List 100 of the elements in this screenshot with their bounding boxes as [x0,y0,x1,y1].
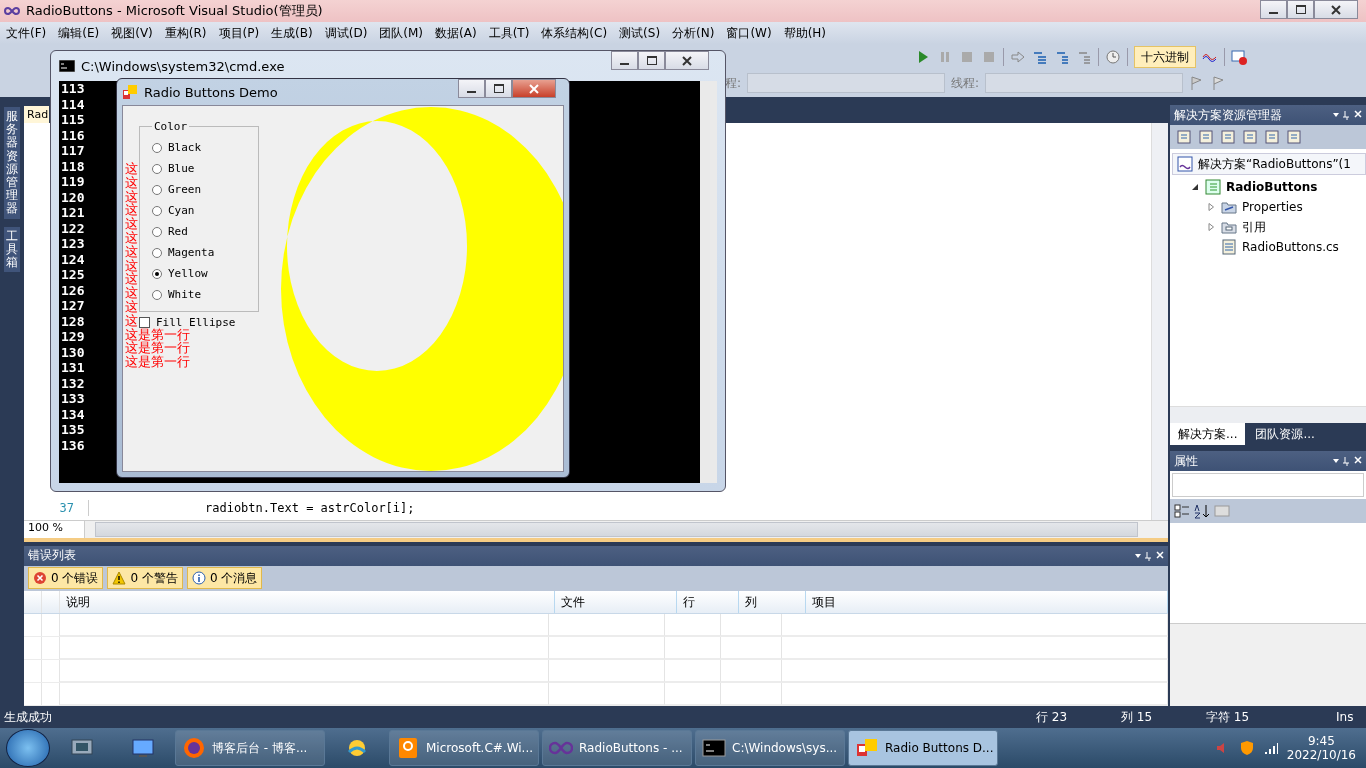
toolbar-icon[interactable] [1220,129,1236,145]
sort-az-icon[interactable] [1194,503,1210,519]
clock-icon[interactable] [1105,49,1121,65]
minimize-icon [1269,11,1278,14]
hex-button[interactable]: 十六进制 [1134,46,1196,68]
menu-item[interactable]: 生成(B) [271,24,313,42]
menu-item[interactable]: 重构(R) [164,24,207,42]
warning-icon [112,571,127,586]
console-line: 135 [61,422,86,438]
radio-button[interactable] [152,226,162,237]
step-over-icon[interactable] [1054,49,1070,65]
shield-icon[interactable] [1238,740,1255,756]
menu-item[interactable]: 测试(S) [619,24,661,42]
zoom-dropdown[interactable]: 100 % [24,521,85,538]
categorized-icon[interactable] [1174,503,1190,519]
menu-item[interactable]: 视图(V) [111,24,153,42]
menu-item[interactable]: 编辑(E) [58,24,100,42]
side-tab[interactable]: 服务器资源管理器 [4,107,20,219]
filter-button[interactable]: 0 个警告 [107,567,183,590]
panel-tab[interactable]: 解决方案... [1170,423,1246,445]
minimize-button[interactable] [1260,0,1287,19]
radio-button[interactable] [152,163,162,174]
vertical-scrollbar[interactable] [1151,123,1168,520]
menu-item[interactable]: 帮助(H) [783,24,827,42]
radio-option[interactable]: Yellow [152,265,250,282]
toolbar-icon[interactable] [1176,129,1192,145]
status-char: 字符 15 [1206,708,1251,726]
signal-icon[interactable] [1262,740,1279,756]
radio-option[interactable]: Red [152,223,250,240]
console-line: 116 [61,127,86,143]
minimize-button[interactable] [611,51,638,70]
menu-item[interactable]: 分析(N) [672,24,715,42]
radio-button[interactable] [152,205,162,216]
document-tab[interactable]: Rad [24,106,50,123]
pin-icon[interactable] [1332,110,1362,120]
menu-item[interactable]: 窗口(W) [726,24,772,42]
radio-option[interactable]: Cyan [152,202,250,219]
restore-button[interactable] [1287,0,1314,19]
tree-item[interactable]: Properties [1242,200,1303,214]
close-icon [682,55,692,66]
menu-item[interactable]: 文件(F) [6,24,47,42]
breakpoint-window-icon[interactable] [1231,49,1247,65]
taskbar-button[interactable]: Radio Buttons D... [848,730,998,766]
radio-button[interactable] [152,268,162,279]
toolbar-icon[interactable] [1242,129,1258,145]
toolbar-icon[interactable] [1264,129,1280,145]
minimize-button[interactable] [458,79,485,98]
collapse-arrow-icon[interactable] [1191,183,1199,191]
clock[interactable]: 9:45 2022/10/16 [1286,734,1356,762]
menu-item[interactable]: 团队(M) [379,24,424,42]
menu-item[interactable]: 体系结构(C) [541,24,608,42]
horizontal-scrollbar[interactable] [95,522,1138,537]
start-button[interactable] [6,729,50,767]
console-icon [59,60,75,72]
panel-tab[interactable]: 团队资源... [1247,423,1323,445]
restart-icon[interactable] [981,49,997,65]
radio-option[interactable]: Black [152,139,250,156]
toolbar-icon[interactable] [1198,129,1214,145]
pin-icon[interactable] [1134,550,1164,561]
radio-button[interactable] [152,247,162,258]
expand-arrow-icon[interactable] [1207,223,1215,231]
taskbar-button[interactable]: C:\Windows\sys... [695,730,845,766]
taskbar-button[interactable]: RadioButtons - ... [542,730,692,766]
horizontal-scrollbar[interactable] [1170,406,1366,423]
menu-item[interactable]: 工具(T) [488,24,530,42]
menu-item[interactable]: 数据(A) [435,24,477,42]
radio-button[interactable] [152,142,162,153]
tree-item[interactable]: RadioButtons.cs [1242,240,1339,254]
radio-button[interactable] [152,289,162,300]
column-header[interactable]: 项目 [806,591,1168,613]
radio-option[interactable]: Blue [152,160,250,177]
close-button[interactable] [1314,0,1358,19]
maximize-button[interactable] [485,79,512,98]
toolbar-icon[interactable] [1286,129,1302,145]
column-header[interactable]: 文件 [555,591,677,613]
radio-option[interactable]: Green [152,181,250,198]
expand-arrow-icon[interactable] [1207,203,1215,211]
radio-option[interactable]: Magenta [152,244,250,261]
close-button[interactable] [665,51,709,70]
tree-item[interactable]: 引用 [1242,218,1266,236]
close-button[interactable] [512,79,556,98]
side-tab[interactable]: 工具箱 [4,226,20,273]
pin-icon[interactable] [1332,456,1362,466]
filter-button[interactable]: 0 个消息 [186,567,263,590]
column-header[interactable]: 行 [677,591,739,613]
step-into-icon[interactable] [1032,49,1048,65]
radio-button[interactable] [152,184,162,195]
checkbox[interactable] [139,317,150,328]
maximize-button[interactable] [638,51,665,70]
menu-item[interactable]: 项目(P) [218,24,260,42]
console-text: 这 [125,175,138,190]
filter-button[interactable]: 0 个错误 [28,567,104,590]
taskbar-button[interactable]: Microsoft.C#.Wi... [389,730,539,766]
taskbar-button[interactable]: 博客后台 - 博客... [175,730,325,766]
radio-option[interactable]: White [152,286,250,303]
vertical-scrollbar[interactable] [700,81,717,483]
menu-item[interactable]: 调试(D) [324,24,368,42]
column-header[interactable]: 列 [739,591,806,613]
tree-item[interactable]: RadioButtons [1226,180,1318,194]
column-header[interactable]: 说明 [60,591,555,613]
